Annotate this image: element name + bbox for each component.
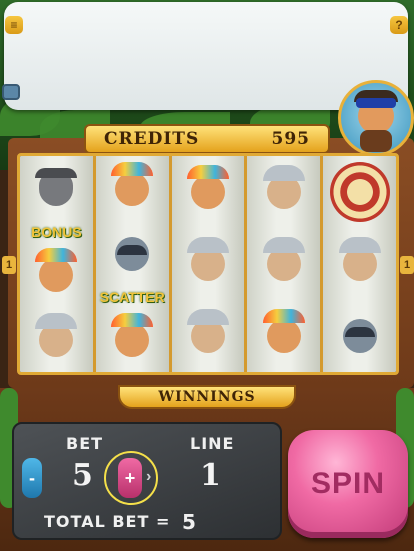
reel-1: BONUS — [20, 156, 96, 372]
scatter-symbol-label: SCATTER — [99, 288, 165, 305]
line-value: 1 — [200, 458, 221, 493]
avatar-headband — [356, 98, 396, 108]
spin-button[interactable]: SPIN — [288, 430, 408, 538]
chief-symbol-icon — [178, 162, 238, 222]
reel-3 — [171, 156, 248, 372]
shield-symbol-icon — [329, 162, 390, 222]
winnings-label: WINNINGS — [158, 389, 256, 405]
chief-symbol-icon — [102, 159, 162, 219]
knight-symbol-icon — [178, 306, 238, 366]
chevron-right-icon[interactable]: › — [146, 468, 151, 486]
reel-5 — [323, 156, 396, 372]
bet-value: 5 — [72, 458, 93, 493]
raccoon-symbol-icon — [330, 306, 390, 366]
menu-icon[interactable]: ≡ — [5, 16, 23, 34]
raccoon-symbol-icon — [102, 224, 162, 284]
total-bet-label: TOTAL BET = — [44, 512, 171, 531]
bonus-symbol-label: BONUS — [31, 223, 82, 240]
chief-symbol-icon — [254, 306, 314, 366]
credits-panel: CREDITS 595 — [84, 124, 330, 154]
help-button[interactable]: ? — [390, 16, 408, 34]
line-label: LINE — [190, 434, 235, 453]
credits-label: CREDITS — [104, 129, 200, 149]
chief-symbol-icon — [26, 245, 86, 305]
slot-reels[interactable]: BONUS SCATTER — [17, 153, 399, 375]
knight-symbol-icon — [330, 234, 390, 294]
winnings-panel: WINNINGS — [118, 385, 296, 409]
wolf-symbol-icon — [26, 159, 86, 219]
tv-icon[interactable] — [2, 84, 20, 100]
avatar-body — [360, 130, 392, 152]
knight-symbol-icon — [254, 234, 314, 294]
reel-4 — [247, 156, 324, 372]
reel-2: SCATTER — [95, 156, 172, 372]
right-line-marker: 1 — [400, 256, 414, 274]
left-line-marker: 1 — [2, 256, 16, 274]
chief-symbol-icon — [102, 310, 162, 370]
knight-symbol-icon — [26, 310, 86, 370]
spin-label: SPIN — [310, 467, 386, 500]
bet-minus-button[interactable]: - — [22, 458, 42, 498]
credits-value: 595 — [271, 129, 310, 149]
knight-symbol-icon — [178, 234, 238, 294]
total-bet-value: 5 — [182, 510, 197, 534]
knight-symbol-icon — [254, 162, 314, 222]
bet-plus-button[interactable]: + — [118, 458, 142, 498]
bet-label: BET — [66, 434, 104, 453]
